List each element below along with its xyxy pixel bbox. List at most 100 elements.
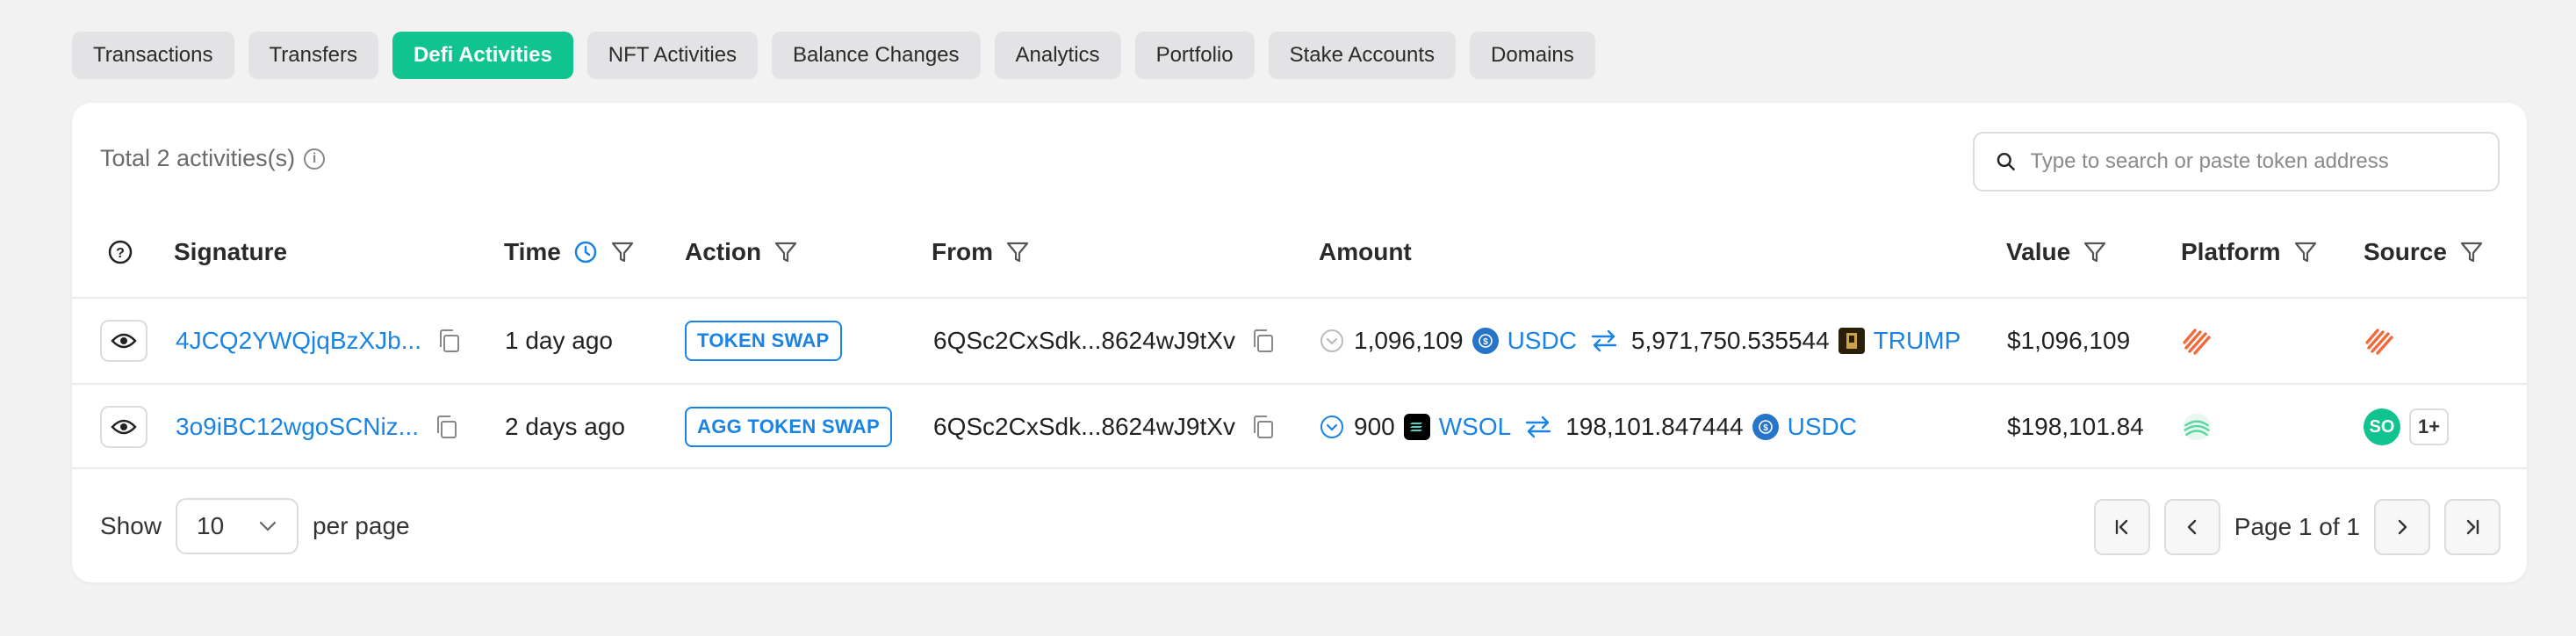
chevron-left-icon [2187, 519, 2196, 535]
amount-in: 1,096,109 [1354, 327, 1464, 354]
chevron-right-icon [2398, 519, 2407, 535]
total-activities: Total 2 activities(s) i [100, 145, 326, 172]
info-icon[interactable]: i [304, 148, 326, 170]
source-logo-icon[interactable] [2364, 325, 2395, 357]
tab-analytics[interactable]: Analytics [994, 32, 1121, 79]
more-sources-button[interactable]: 1+ [2409, 408, 2450, 445]
chevron-down-circle-icon[interactable] [1319, 414, 1345, 440]
total-activities-text: Total 2 activities(s) [100, 145, 296, 171]
tab-defi-activities[interactable]: Defi Activities [392, 32, 573, 79]
from-cell: 6QSc2CxSdk...8624wJ9tXv [933, 299, 1276, 383]
usdc-token-icon: $ [1471, 328, 1499, 354]
search-icon [1997, 152, 2015, 171]
filter-icon[interactable] [1005, 240, 1030, 264]
copy-icon[interactable] [1251, 328, 1276, 354]
token-out-link[interactable]: USDC [1788, 413, 1857, 441]
page-indicator: Page 1 of 1 [2234, 513, 2360, 540]
filter-icon[interactable] [610, 240, 635, 264]
time-cell: 1 day ago [505, 327, 613, 354]
action-cell: TOKEN SWAP [685, 299, 842, 383]
wsol-token-icon [1403, 414, 1430, 440]
per-page-label: per page [313, 512, 410, 539]
column-time-label: Time [504, 238, 561, 265]
column-source-label: Source [2364, 238, 2447, 265]
copy-icon[interactable] [437, 328, 462, 354]
clock-icon[interactable] [573, 240, 598, 264]
action-badge: AGG TOKEN SWAP [685, 407, 892, 447]
eye-icon [100, 320, 148, 362]
search-input[interactable] [2030, 149, 2477, 174]
copy-icon[interactable] [435, 414, 459, 440]
copy-icon[interactable] [1251, 414, 1276, 440]
last-page-icon [2466, 519, 2479, 535]
token-search-box [1973, 132, 2500, 192]
source-badge[interactable]: SO [2364, 408, 2400, 445]
from-address[interactable]: 6QSc2CxSdk...8624wJ9tXv [933, 413, 1235, 441]
amount-cell: 900 WSOL 198,101.847444 $ USDC [1319, 385, 1857, 469]
per-page-select[interactable]: 10 [176, 498, 299, 554]
tab-balance-changes[interactable]: Balance Changes [772, 32, 981, 79]
chevron-down-circle-icon[interactable] [1319, 328, 1345, 354]
first-page-button[interactable] [2093, 499, 2150, 555]
per-page-value: 10 [197, 512, 225, 539]
swap-arrows-icon [1591, 329, 1617, 352]
filter-icon[interactable] [2083, 240, 2107, 264]
swap-arrows-icon [1525, 416, 1551, 438]
per-page-control: Show 10 per page [100, 498, 410, 554]
column-amount-label: Amount [1319, 238, 1412, 265]
table-header: ? Signature Time Action From Amount Valu… [72, 221, 2527, 283]
signature-cell: 4JCQ2YWQjqBzXJb... [176, 299, 462, 383]
column-platform: Platform [2181, 221, 2318, 283]
column-from-label: From [932, 238, 993, 265]
platform-cell [2181, 299, 2213, 383]
filter-icon[interactable] [774, 240, 798, 264]
source-cell: SO 1+ [2364, 385, 2450, 469]
filter-icon[interactable] [2459, 240, 2484, 264]
from-cell: 6QSc2CxSdk...8624wJ9tXv [933, 385, 1276, 469]
table-row: 4JCQ2YWQjqBzXJb... 1 day ago TOKEN SWAP … [72, 297, 2527, 383]
table-row: 3o9iBC12wgoSCNiz... 2 days ago AGG TOKEN… [72, 383, 2527, 469]
column-signature: Signature [174, 221, 287, 283]
token-in-link[interactable]: WSOL [1439, 413, 1511, 441]
help-icon[interactable]: ? [107, 221, 133, 283]
tab-portfolio[interactable]: Portfolio [1134, 32, 1255, 79]
signature-link[interactable]: 4JCQ2YWQjqBzXJb... [176, 327, 421, 355]
svg-text:?: ? [116, 246, 125, 261]
tab-nft-activities[interactable]: NFT Activities [586, 32, 759, 79]
tab-stake-accounts[interactable]: Stake Accounts [1268, 32, 1457, 79]
svg-text:$: $ [1763, 423, 1768, 433]
trump-token-icon [1838, 328, 1865, 354]
view-details-button[interactable] [100, 385, 148, 469]
value-cell: $198,101.84 [2007, 413, 2144, 440]
amount-out: 198,101.847444 [1565, 413, 1744, 440]
next-page-button[interactable] [2374, 499, 2430, 555]
svg-text:$: $ [1483, 337, 1488, 347]
last-page-button[interactable] [2444, 499, 2500, 555]
platform-cell [2181, 385, 2213, 469]
show-label: Show [100, 512, 162, 539]
platform-logo-icon[interactable] [2181, 325, 2213, 357]
token-in-link[interactable]: USDC [1507, 327, 1577, 355]
action-cell: AGG TOKEN SWAP [685, 385, 892, 469]
column-source: Source [2364, 221, 2484, 283]
column-amount: Amount [1319, 221, 1412, 283]
prev-page-button[interactable] [2163, 499, 2220, 555]
column-signature-label: Signature [174, 238, 288, 265]
first-page-icon [2115, 519, 2127, 535]
defi-activities-card: Total 2 activities(s) i ? Signature Time… [72, 103, 2527, 582]
signature-link[interactable]: 3o9iBC12wgoSCNiz... [176, 413, 419, 441]
value-cell: $1,096,109 [2007, 327, 2131, 354]
view-details-button[interactable] [100, 299, 148, 383]
column-action: Action [685, 221, 798, 283]
filter-icon[interactable] [2293, 240, 2318, 264]
column-action-label: Action [685, 238, 762, 265]
from-address[interactable]: 6QSc2CxSdk...8624wJ9tXv [933, 327, 1235, 355]
platform-logo-icon[interactable] [2181, 411, 2213, 443]
column-time: Time [504, 221, 635, 283]
token-out-link[interactable]: TRUMP [1874, 327, 1961, 355]
action-badge: TOKEN SWAP [685, 321, 842, 361]
tab-transactions[interactable]: Transactions [72, 32, 234, 79]
tab-domains[interactable]: Domains [1470, 32, 1595, 79]
tab-transfers[interactable]: Transfers [248, 32, 378, 79]
activity-tabs: Transactions Transfers Defi Activities N… [72, 32, 1595, 79]
